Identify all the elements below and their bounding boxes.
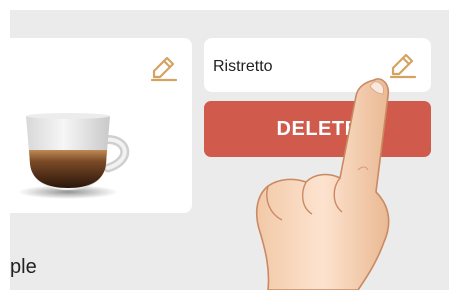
pencil-icon[interactable] bbox=[150, 54, 178, 82]
partial-label: ple bbox=[10, 256, 37, 278]
espresso-cup-image bbox=[18, 113, 130, 199]
drink-card-espresso[interactable] bbox=[10, 38, 192, 213]
pointing-hand bbox=[255, 78, 390, 290]
